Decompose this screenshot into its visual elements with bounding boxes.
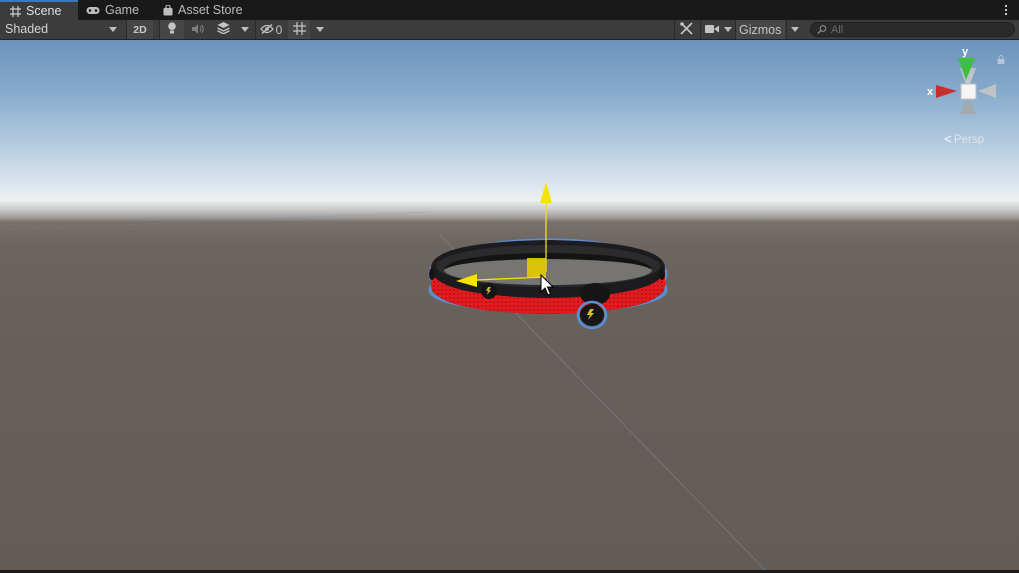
chevron-down-icon bbox=[790, 27, 799, 32]
gizmos-label: Gizmos bbox=[739, 22, 782, 37]
scene-toolbar: Shaded 2D 0 Gizmos All bbox=[0, 20, 1019, 40]
more-options-icon[interactable] bbox=[1001, 2, 1011, 18]
wrench-cross-icon bbox=[680, 21, 693, 38]
audio-toggle[interactable] bbox=[185, 20, 210, 39]
chevron-down-icon bbox=[723, 27, 732, 32]
search-icon bbox=[817, 23, 827, 37]
lighting-toggle[interactable] bbox=[159, 20, 184, 39]
gizmo-neg-x-cone[interactable] bbox=[978, 84, 996, 98]
grid-icon bbox=[10, 5, 21, 17]
move-y-arrow[interactable] bbox=[540, 182, 552, 203]
effects-toggle[interactable] bbox=[211, 20, 236, 39]
effects-dropdown[interactable] bbox=[237, 20, 253, 39]
gizmo-center-cube[interactable] bbox=[960, 83, 977, 100]
orientation-gizmo[interactable] bbox=[936, 58, 996, 114]
scene-camera-button[interactable] bbox=[700, 20, 722, 39]
light-bulb-icon bbox=[167, 22, 177, 37]
editor-tab-bar: Scene Game Asset Store bbox=[0, 0, 1019, 21]
gizmo-x-label: x bbox=[927, 86, 934, 98]
camera-dropdown[interactable] bbox=[721, 20, 734, 39]
projection-label: Persp bbox=[954, 134, 985, 146]
move-plane-handle[interactable] bbox=[527, 258, 546, 277]
search-input[interactable] bbox=[831, 23, 1001, 36]
gizmo-x-cone[interactable] bbox=[936, 85, 957, 98]
projection-arrow-icon bbox=[943, 134, 952, 146]
hidden-count: 0 bbox=[275, 22, 283, 37]
hidden-eye-icon bbox=[259, 23, 274, 37]
grid-dropdown[interactable] bbox=[312, 20, 328, 39]
tab-game[interactable]: Game bbox=[86, 0, 156, 20]
grid-toggle[interactable] bbox=[288, 20, 310, 39]
chevron-down-icon bbox=[241, 27, 249, 32]
tab-scene[interactable]: Scene bbox=[0, 0, 78, 20]
tools-button[interactable] bbox=[674, 20, 698, 39]
layers-icon bbox=[217, 22, 230, 37]
gamepad-icon bbox=[86, 6, 100, 15]
tab-label-asset-store: Asset Store bbox=[178, 3, 243, 17]
hierarchy-search-field[interactable] bbox=[810, 22, 1015, 37]
scene-viewport[interactable]: y x Persp bbox=[0, 40, 1019, 570]
draw-mode-label: Shaded bbox=[5, 22, 49, 36]
shopping-bag-icon bbox=[163, 4, 173, 16]
chevron-down-icon bbox=[109, 27, 117, 32]
tab-asset-store[interactable]: Asset Store bbox=[163, 0, 263, 20]
chevron-down-icon bbox=[316, 27, 324, 32]
toggle-2d-label: 2D bbox=[133, 23, 147, 36]
scene-render bbox=[0, 58, 996, 570]
toggle-2d-button[interactable]: 2D bbox=[126, 20, 153, 39]
tab-label-game: Game bbox=[105, 3, 140, 17]
grid-snap-icon bbox=[292, 21, 306, 38]
gizmos-dropdown[interactable] bbox=[786, 20, 802, 39]
draw-mode-dropdown[interactable]: Shaded bbox=[0, 20, 122, 39]
projection-toggle[interactable]: Persp bbox=[943, 134, 984, 146]
scene-visibility-toggle[interactable]: 0 bbox=[255, 20, 286, 39]
tab-label-scene: Scene bbox=[26, 4, 62, 18]
camera-icon bbox=[704, 23, 719, 37]
gizmo-y-label: y bbox=[962, 46, 969, 58]
gizmos-button[interactable]: Gizmos bbox=[735, 20, 785, 39]
speaker-icon bbox=[191, 23, 204, 37]
lock-icon[interactable] bbox=[997, 53, 1005, 67]
